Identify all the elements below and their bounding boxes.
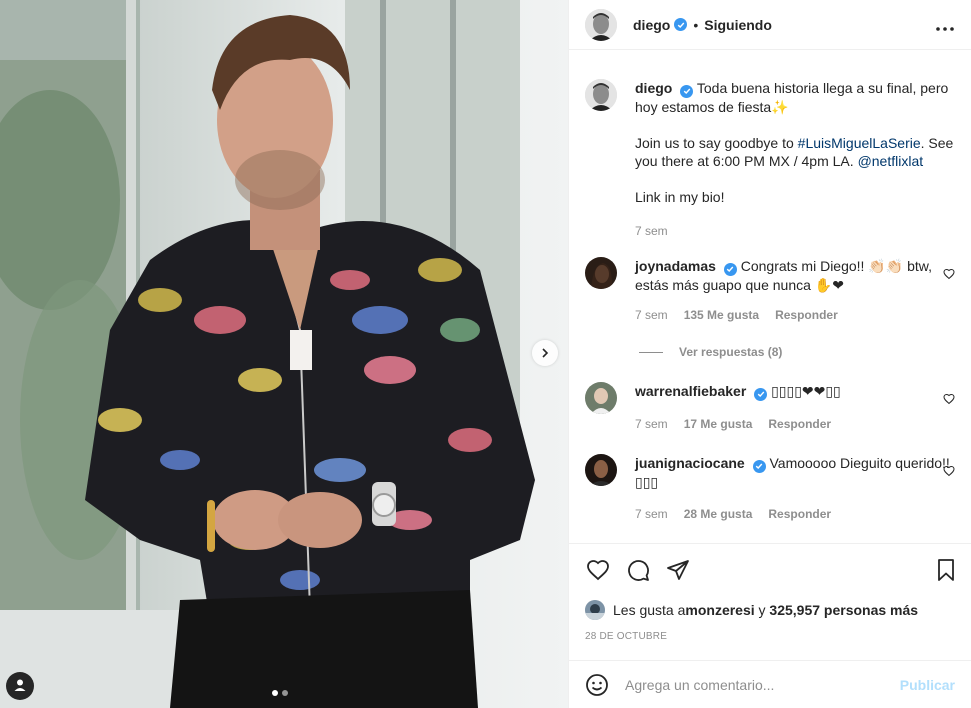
comment-likes[interactable]: 28 Me gusta xyxy=(684,505,753,523)
author-username[interactable]: diego xyxy=(633,17,670,33)
comment-username[interactable]: warrenalfiebaker xyxy=(635,383,746,399)
mention-link[interactable]: @netflixlat xyxy=(858,153,924,169)
heart-icon[interactable] xyxy=(943,267,957,281)
likes-summary: Les gusta a monzeresi y 325,957 personas… xyxy=(585,600,918,620)
caption-time: 7 sem xyxy=(635,223,668,238)
save-button[interactable] xyxy=(933,558,959,584)
likes-count[interactable]: 325,957 personas más xyxy=(769,602,918,618)
verified-icon xyxy=(752,459,766,473)
tagged-users-button[interactable] xyxy=(6,672,34,700)
comment-time: 7 sem xyxy=(635,307,668,322)
comment-text: ▯▯▯▯❤❤▯▯ xyxy=(771,383,841,399)
bookmark-icon xyxy=(934,558,958,585)
replies-line xyxy=(639,351,663,353)
comment-likes[interactable]: 17 Me gusta xyxy=(684,415,753,433)
paper-plane-icon xyxy=(666,558,690,585)
separator-bullet: • xyxy=(693,16,699,33)
likes-middle: y xyxy=(754,602,770,618)
comment-time: 7 sem xyxy=(635,506,668,521)
comment-icon xyxy=(626,558,650,585)
comment-username[interactable]: juanignaciocane xyxy=(635,455,745,471)
emoji-icon[interactable] xyxy=(585,673,609,697)
heart-icon xyxy=(586,558,610,585)
verified-icon xyxy=(674,18,688,31)
avatar[interactable] xyxy=(585,600,605,620)
comment-time: 7 sem xyxy=(635,416,668,431)
carousel-dot xyxy=(282,690,288,696)
post-photo[interactable] xyxy=(0,0,568,708)
user-icon xyxy=(13,678,27,695)
following-button[interactable]: Siguiendo xyxy=(704,17,772,33)
post-comment-button[interactable]: Publicar xyxy=(900,677,955,693)
verified-icon xyxy=(680,84,694,98)
caption-username[interactable]: diego xyxy=(635,80,672,96)
next-slide-button[interactable] xyxy=(532,340,558,366)
avatar[interactable] xyxy=(585,257,617,289)
more-icon xyxy=(936,18,954,34)
comment-meta: 7 sem 135 Me gusta Responder xyxy=(635,306,955,324)
likes-user[interactable]: monzeresi xyxy=(685,602,754,618)
verified-icon xyxy=(754,387,768,401)
comment-input[interactable] xyxy=(625,676,900,693)
caption-text: Join us to say goodbye to xyxy=(635,134,798,151)
comment-meta: 7 sem 28 Me gusta Responder xyxy=(635,505,955,523)
comment-likes[interactable]: 135 Me gusta xyxy=(684,306,759,324)
comment-body: warrenalfiebaker ▯▯▯▯❤❤▯▯ 7 sem 17 Me gu… xyxy=(635,382,955,433)
reply-button[interactable]: Responder xyxy=(775,306,838,324)
comment-composer: Publicar xyxy=(569,660,971,708)
avatar[interactable] xyxy=(585,382,617,414)
carousel-dot-active xyxy=(272,690,278,696)
likes-prefix: Les gusta a xyxy=(613,602,686,618)
post-date: 28 DE OCTUBRE xyxy=(585,631,668,642)
reply-button[interactable]: Responder xyxy=(768,505,831,523)
avatar[interactable] xyxy=(585,454,617,486)
photo-scene xyxy=(0,0,535,708)
avatar[interactable] xyxy=(585,8,617,41)
comment-username[interactable]: joynadamas xyxy=(635,258,716,274)
caption-meta: 7 sem xyxy=(635,222,955,240)
comment-meta: 7 sem 17 Me gusta Responder xyxy=(635,415,955,433)
caption-text: Link in my bio! xyxy=(635,188,725,205)
more-options-button[interactable] xyxy=(935,16,955,36)
like-button[interactable] xyxy=(585,558,611,584)
carousel-dots xyxy=(272,690,288,696)
avatar[interactable] xyxy=(585,79,617,111)
caption-body: diego Toda buena historia llega a su fin… xyxy=(635,79,955,240)
verified-icon xyxy=(723,262,737,276)
hashtag-link[interactable]: #LuisMiguelLaSerie xyxy=(798,135,921,151)
view-replies-label: Ver respuestas (8) xyxy=(679,345,783,359)
post-actions xyxy=(569,543,971,587)
comments-list[interactable]: diego Toda buena historia llega a su fin… xyxy=(569,51,971,543)
post-header: diego • Siguiendo xyxy=(569,0,971,50)
sparkle-emoji: ✨ xyxy=(771,98,789,115)
share-button[interactable] xyxy=(665,558,691,584)
heart-icon[interactable] xyxy=(943,392,957,406)
post-side-panel: diego • Siguiendo diego Toda buena histo… xyxy=(568,0,971,708)
chevron-right-icon xyxy=(540,345,550,361)
heart-icon[interactable] xyxy=(943,464,957,478)
reply-button[interactable]: Responder xyxy=(768,415,831,433)
comment-body: joynadamas Congrats mi Diego!! 👏🏻👏🏻 btw,… xyxy=(635,257,955,324)
comment-button[interactable] xyxy=(625,558,651,584)
comment-body: juanignaciocane Vamooooo Dieguito querid… xyxy=(635,454,955,523)
view-replies-button[interactable]: Ver respuestas (8) xyxy=(639,345,782,359)
